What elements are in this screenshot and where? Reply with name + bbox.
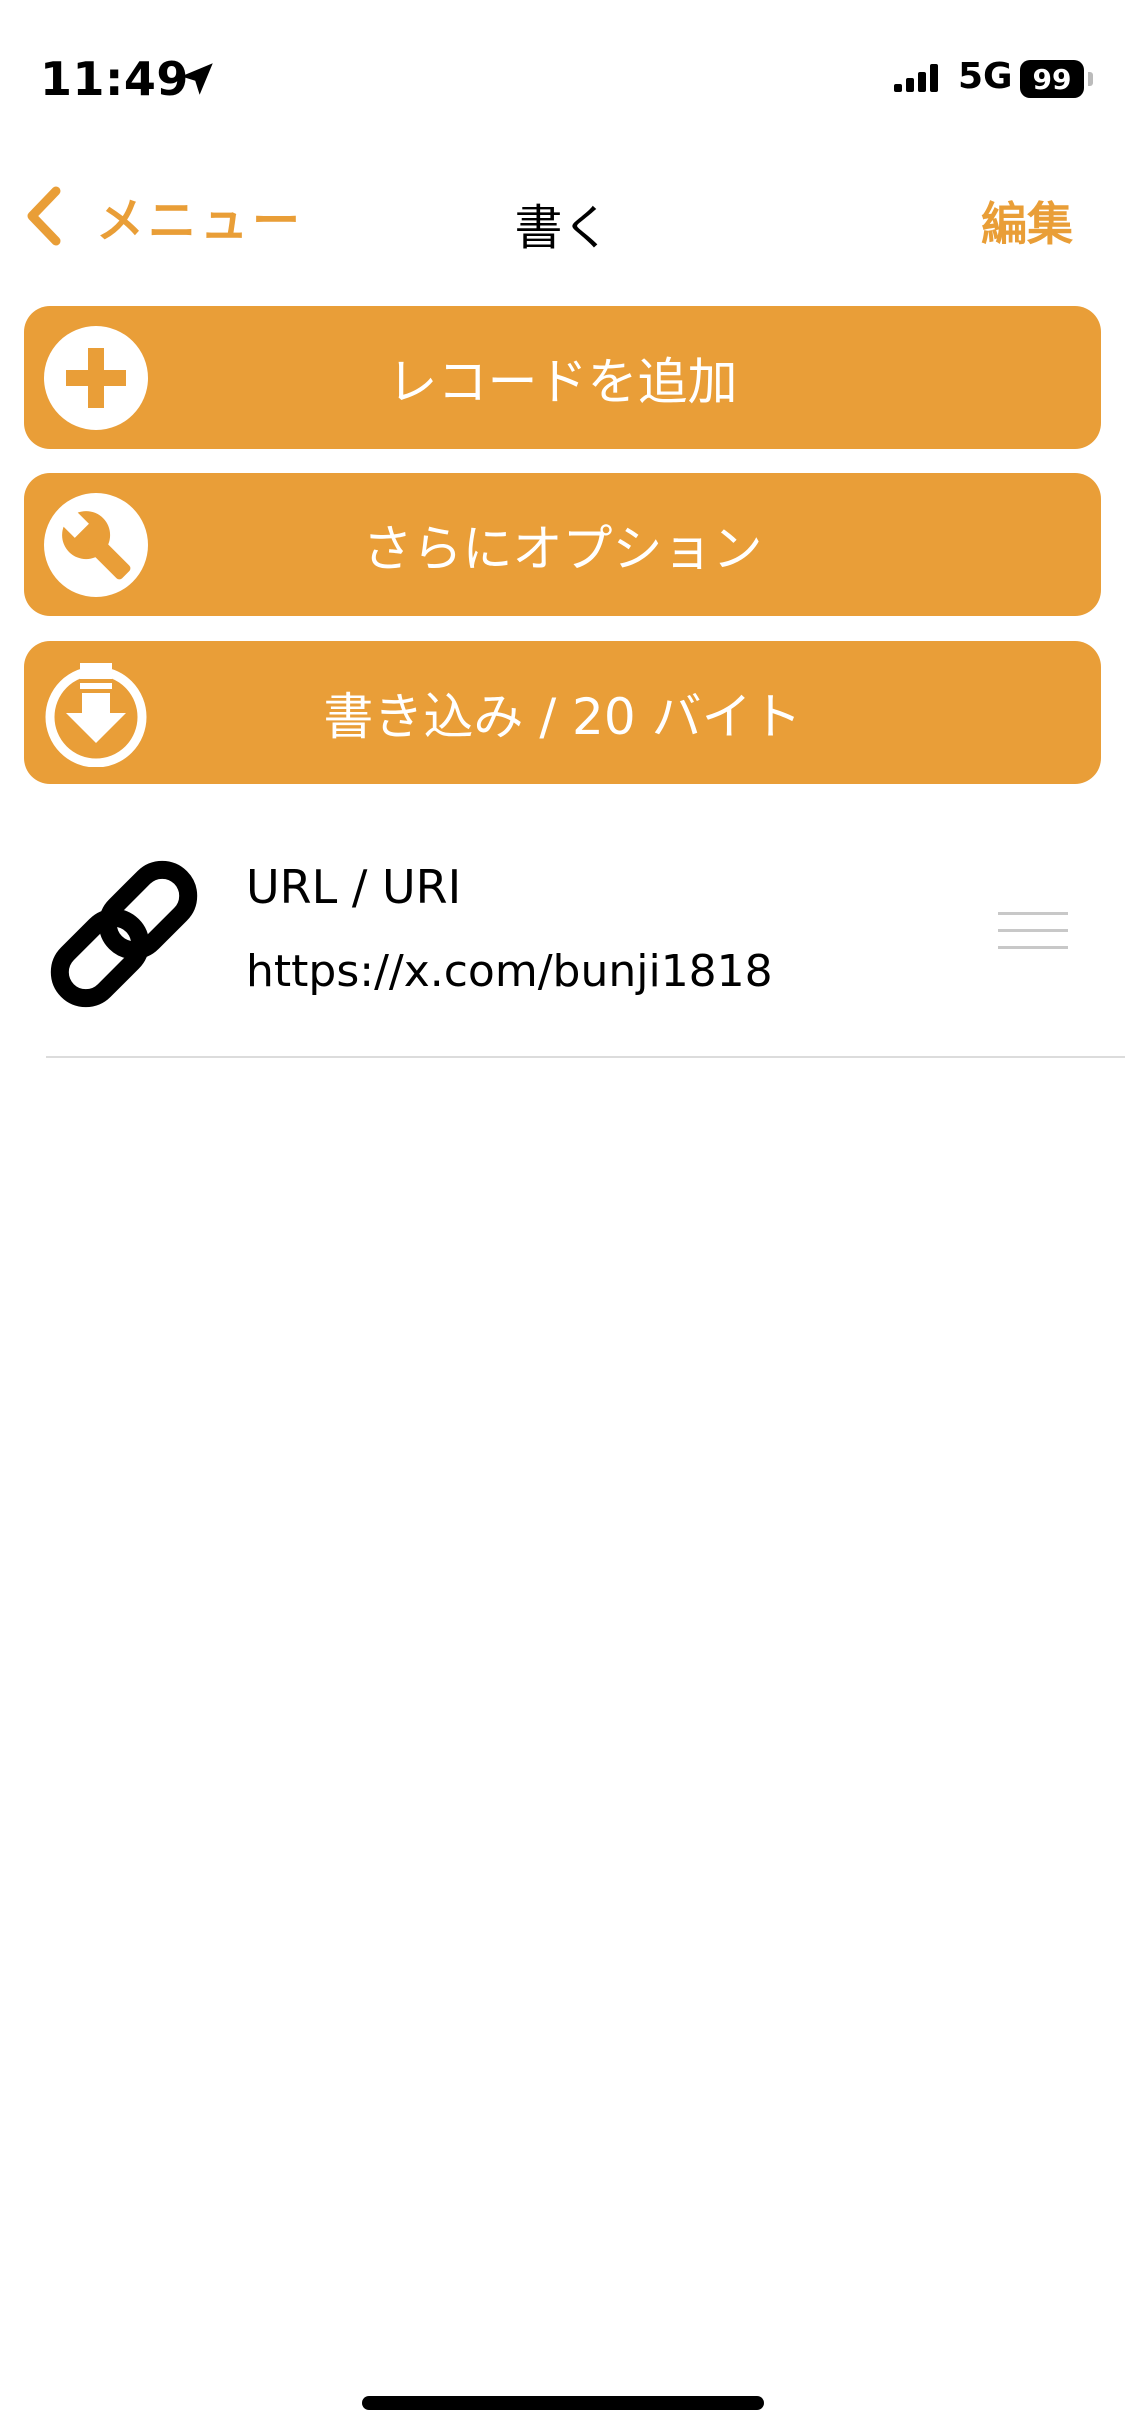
- home-indicator[interactable]: [362, 2396, 764, 2410]
- write-label: 書き込み / 20 バイト: [323, 687, 802, 746]
- more-options-button[interactable]: さらにオプション: [24, 473, 1101, 616]
- add-record-label: レコードを追加: [387, 352, 738, 411]
- page-title: 書く: [514, 200, 611, 256]
- add-record-button[interactable]: レコードを追加: [24, 306, 1101, 449]
- record-type: URL / URI: [246, 860, 462, 914]
- handle-line: [998, 912, 1068, 915]
- divider: [46, 1056, 1125, 1058]
- record-row[interactable]: URL / URI https://x.com/bunji1818: [0, 820, 1125, 1058]
- network-type: 5G: [958, 56, 1013, 97]
- link-icon: [50, 860, 198, 1008]
- handle-line: [998, 946, 1068, 949]
- location-arrow-icon: [181, 63, 213, 95]
- edit-button[interactable]: 編集: [981, 188, 1073, 254]
- cellular-signal-icon: [894, 64, 938, 92]
- reorder-handle-icon[interactable]: [998, 912, 1068, 956]
- handle-line: [998, 929, 1068, 932]
- battery-icon: 99: [1020, 60, 1084, 98]
- battery-level: 99: [1032, 62, 1072, 96]
- battery-nub: [1088, 72, 1093, 86]
- navigation-bar: メニュー 書く 編集: [0, 160, 1125, 270]
- write-button[interactable]: 書き込み / 20 バイト: [24, 641, 1101, 784]
- status-time: 11:49: [40, 52, 189, 106]
- more-options-label: さらにオプション: [362, 519, 763, 578]
- record-value: https://x.com/bunji1818: [246, 946, 773, 997]
- status-bar: 11:49 5G 99: [0, 0, 1125, 160]
